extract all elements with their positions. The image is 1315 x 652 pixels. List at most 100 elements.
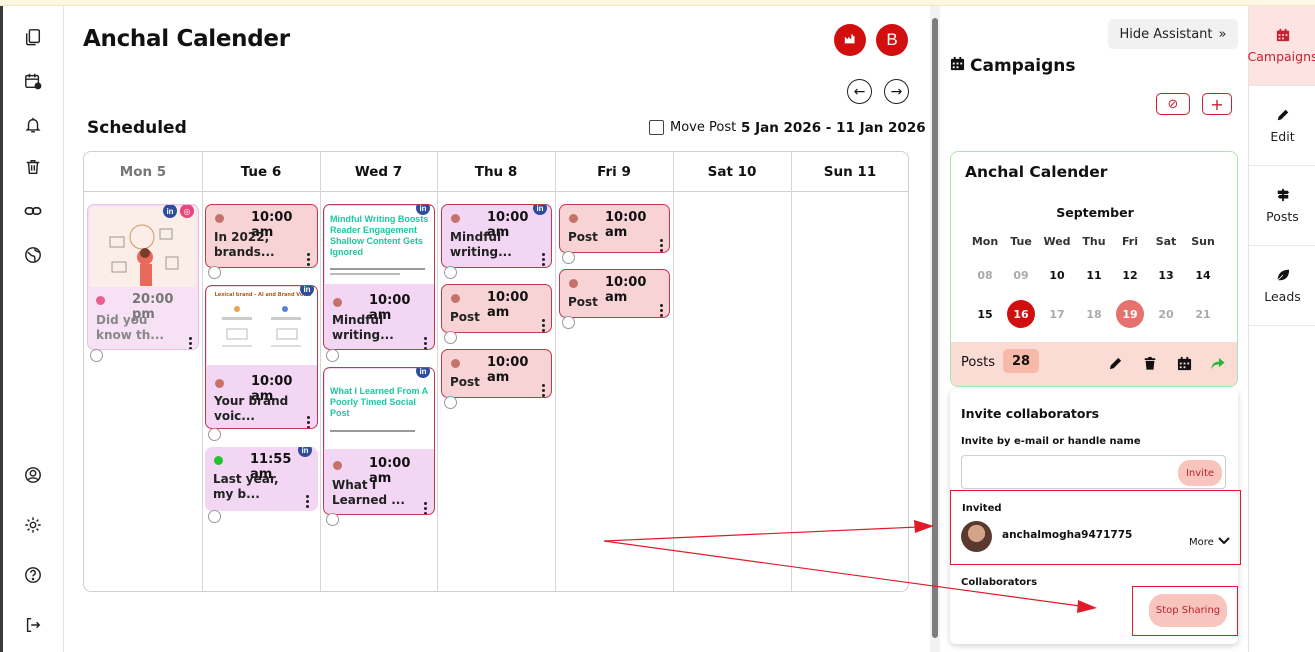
- rail-item-edit[interactable]: Edit: [1249, 86, 1315, 166]
- mini-calendar-day-selected[interactable]: 19: [1116, 300, 1144, 328]
- move-post-checkbox[interactable]: [649, 120, 664, 135]
- link-icon[interactable]: [22, 200, 44, 222]
- select-post-checkbox[interactable]: [444, 396, 457, 409]
- status-dot: [451, 294, 460, 303]
- mini-calendar-day[interactable]: 11: [1080, 261, 1108, 289]
- rail-item-posts[interactable]: Posts: [1249, 166, 1315, 246]
- select-post-checkbox[interactable]: [444, 266, 457, 279]
- select-post-checkbox[interactable]: [208, 266, 221, 279]
- prev-week-arrow-icon[interactable]: ←: [847, 79, 872, 104]
- mini-calendar-day-today[interactable]: 16: [1007, 300, 1035, 328]
- mini-calendar-day[interactable]: 10: [1043, 261, 1071, 289]
- invite-button[interactable]: Invite: [1178, 460, 1222, 486]
- globe-icon[interactable]: [22, 244, 44, 266]
- post-card-mon-1[interactable]: in ◎ 20:00 pm Did you know th...: [87, 204, 199, 350]
- select-post-checkbox[interactable]: [562, 316, 575, 329]
- post-card-wed-1[interactable]: Mindful Writing Boosts Reader Engagement…: [323, 204, 435, 350]
- calendar-icon[interactable]: [1175, 354, 1193, 372]
- calendar-icon: [950, 56, 965, 76]
- post-text: Post: [450, 375, 480, 389]
- add-campaign-button[interactable]: +: [1202, 93, 1232, 115]
- post-card-fri-1[interactable]: 10:00 am Post: [559, 204, 670, 253]
- copy-icon[interactable]: [22, 26, 44, 48]
- next-week-arrow-icon[interactable]: →: [884, 79, 909, 104]
- post-card-thu-3[interactable]: 10:00 am Post: [441, 349, 552, 398]
- more-options-icon[interactable]: [306, 495, 310, 510]
- more-options-icon[interactable]: [660, 239, 664, 252]
- mini-calendar-month: September: [1056, 205, 1134, 220]
- mini-calendar-day[interactable]: 12: [1116, 261, 1144, 289]
- notification-bell-icon[interactable]: [22, 114, 44, 136]
- more-options-icon[interactable]: [542, 319, 546, 332]
- brand-avatar-button[interactable]: B: [876, 24, 908, 56]
- day-header-fri: Fri 9: [597, 164, 631, 180]
- settings-gear-icon[interactable]: [22, 514, 44, 536]
- more-dropdown[interactable]: More: [1189, 537, 1230, 548]
- rail-item-leads[interactable]: Leads: [1249, 246, 1315, 326]
- user-circle-icon[interactable]: [22, 464, 44, 486]
- post-card-tue-3[interactable]: in 11:55 am Last year, my b...: [205, 447, 318, 511]
- scrollbar-thumb[interactable]: [932, 18, 938, 638]
- page-title: Anchal Calender: [83, 26, 290, 52]
- more-options-icon[interactable]: [542, 384, 546, 397]
- trash-icon[interactable]: [22, 156, 44, 178]
- divider: [320, 152, 321, 591]
- post-card-tue-2[interactable]: Lexical brand - AI and Brand Voice in 10…: [205, 285, 318, 429]
- post-card-fri-2[interactable]: 10:00 am Post: [559, 269, 670, 318]
- mini-calendar-day[interactable]: 13: [1152, 261, 1180, 289]
- collaborators-label: Collaborators: [961, 577, 1038, 588]
- move-post-toggle[interactable]: Move Post: [649, 120, 736, 135]
- post-text: What I Learned ...: [332, 478, 405, 507]
- mini-calendar-day[interactable]: 18: [1080, 300, 1108, 328]
- more-options-icon[interactable]: [189, 337, 193, 349]
- campaign-card[interactable]: Anchal Calender September Mon Tue Wed Th…: [950, 151, 1238, 387]
- post-thumbnail: [90, 207, 196, 287]
- post-text: Mindful writing...: [332, 313, 394, 342]
- select-post-checkbox[interactable]: [326, 349, 339, 362]
- campaign-card-footer: Posts 28: [951, 342, 1237, 386]
- plus-icon: +: [1210, 94, 1224, 114]
- select-post-checkbox[interactable]: [90, 349, 103, 362]
- share-arrow-icon[interactable]: [1209, 354, 1227, 372]
- select-post-checkbox[interactable]: [208, 428, 221, 441]
- status-dot: [215, 214, 224, 223]
- stop-sharing-button[interactable]: Stop Sharing: [1149, 594, 1227, 627]
- more-options-icon[interactable]: [307, 253, 311, 267]
- help-icon[interactable]: [22, 564, 44, 586]
- mini-calendar-day[interactable]: 14: [1189, 261, 1217, 289]
- more-options-icon[interactable]: [542, 253, 546, 267]
- main-scrollbar[interactable]: [930, 6, 940, 652]
- factory-button[interactable]: [834, 24, 866, 56]
- weekday-label: Tue: [1010, 235, 1032, 248]
- mini-calendar-day[interactable]: 21: [1189, 300, 1217, 328]
- mini-calendar-day[interactable]: 17: [1043, 300, 1071, 328]
- weekday-label: Sat: [1155, 235, 1177, 248]
- rail-item-campaigns[interactable]: Campaigns: [1248, 6, 1315, 86]
- mini-calendar-day[interactable]: 08: [971, 261, 999, 289]
- pencil-icon[interactable]: [1106, 354, 1124, 372]
- select-post-checkbox[interactable]: [326, 513, 339, 526]
- post-card-thu-2[interactable]: 10:00 am Post: [441, 284, 552, 333]
- hide-assistant-button[interactable]: Hide Assistant »: [1108, 19, 1238, 49]
- post-card-wed-2[interactable]: What I Learned From A Poorly Timed Socia…: [323, 367, 435, 515]
- more-options-icon[interactable]: [424, 502, 428, 514]
- post-card-tue-1[interactable]: 10:00 am In 2022, brands...: [205, 204, 318, 268]
- hide-assistant-label: Hide Assistant: [1119, 26, 1213, 42]
- pencil-icon: [1276, 108, 1290, 125]
- calendar-icon[interactable]: [22, 70, 44, 92]
- more-options-icon[interactable]: [307, 416, 311, 428]
- select-post-checkbox[interactable]: [562, 251, 575, 264]
- mini-calendar-day[interactable]: 15: [971, 300, 999, 328]
- mini-calendar-day[interactable]: 09: [1007, 261, 1035, 289]
- share-link-button[interactable]: ⊘: [1156, 93, 1190, 115]
- select-post-checkbox[interactable]: [208, 510, 221, 523]
- logout-icon[interactable]: [22, 614, 44, 636]
- weekday-label: Fri: [1121, 235, 1138, 248]
- mini-calendar-day[interactable]: 20: [1152, 300, 1180, 328]
- more-options-icon[interactable]: [424, 337, 428, 349]
- trash-icon[interactable]: [1141, 354, 1159, 372]
- more-options-icon[interactable]: [660, 304, 664, 317]
- status-dot: [569, 214, 578, 223]
- select-post-checkbox[interactable]: [444, 331, 457, 344]
- post-card-thu-1[interactable]: in 10:00 am Mindful writing...: [441, 204, 552, 268]
